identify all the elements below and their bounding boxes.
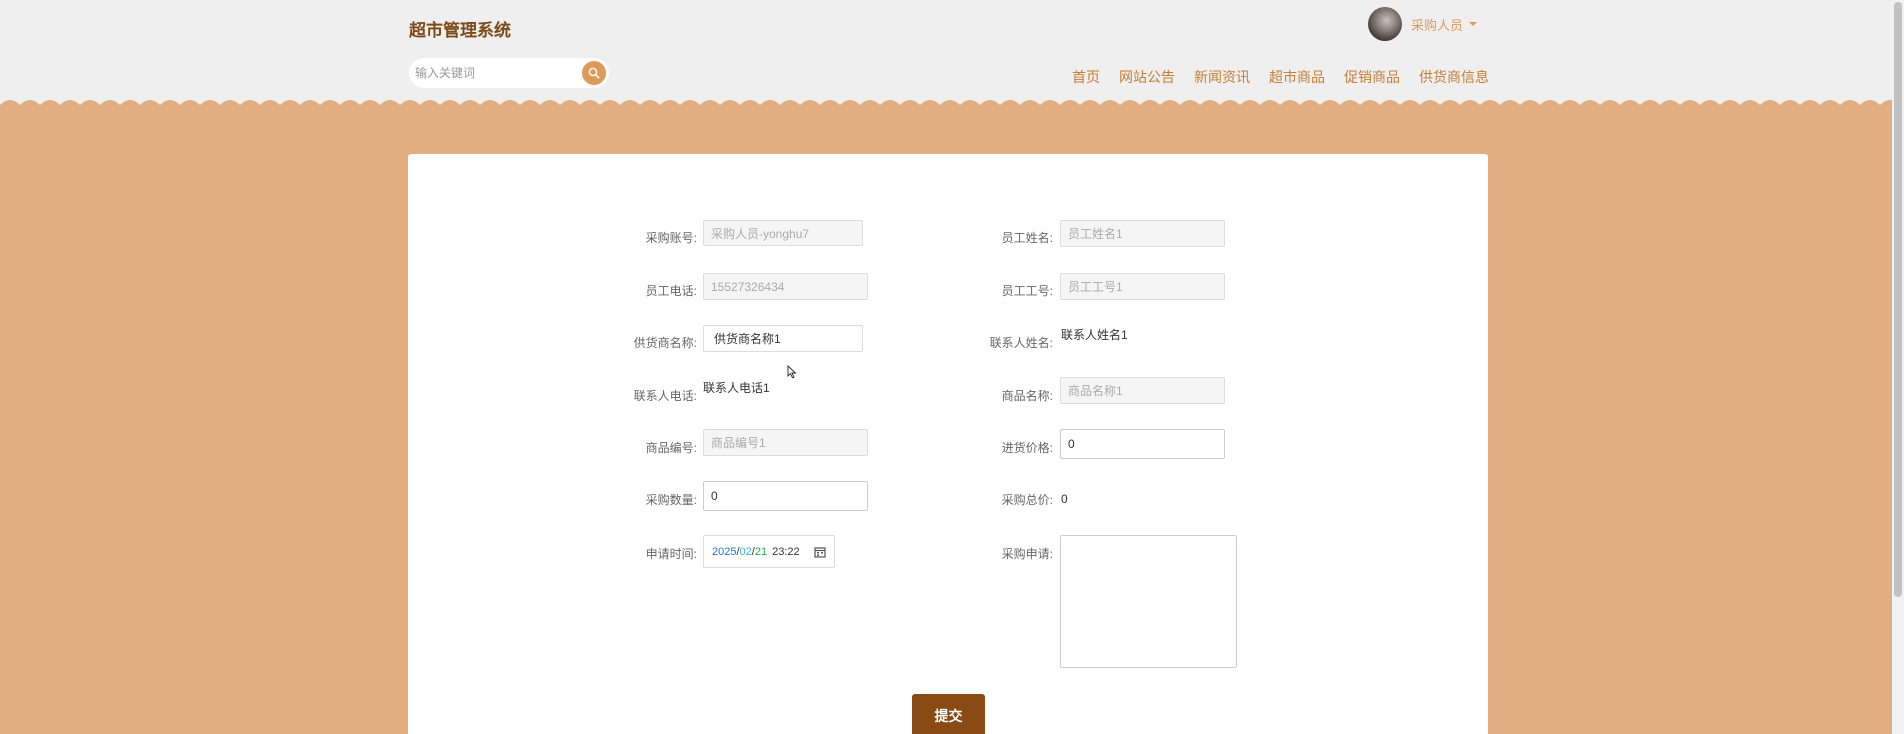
label-employee-name: 员工姓名: bbox=[1001, 231, 1053, 245]
label-purchase-account: 采购账号: bbox=[645, 231, 697, 245]
employee-name-field: 员工姓名1 bbox=[1060, 220, 1225, 247]
purchase-price-field[interactable]: 0 bbox=[1060, 429, 1225, 459]
purchase-total-value: 0 bbox=[1061, 492, 1068, 506]
site-title: 超市管理系统 bbox=[409, 21, 511, 40]
nav-suppliers[interactable]: 供货商信息 bbox=[1419, 67, 1489, 87]
user-menu[interactable]: 采购人员 bbox=[1368, 7, 1478, 41]
label-purchase-request: 采购申请: bbox=[1001, 547, 1053, 561]
label-contact-phone: 联系人电话: bbox=[633, 389, 697, 403]
label-product-code: 商品编号: bbox=[645, 441, 697, 455]
date-day[interactable]: 21 bbox=[755, 546, 767, 558]
main-nav: 首页 网站公告 新闻资讯 超市商品 促销商品 供货商信息 bbox=[1072, 67, 1489, 87]
label-purchase-total: 采购总价: bbox=[1001, 493, 1053, 507]
label-employee-id: 员工工号: bbox=[1001, 284, 1053, 298]
date-month[interactable]: 02 bbox=[740, 546, 752, 558]
nav-promotions[interactable]: 促销商品 bbox=[1344, 67, 1400, 87]
page: 超市管理系统 采购人员 首页 网站公告 新闻资讯 超市商品 促销商品 供货商信息 bbox=[0, 0, 1892, 734]
nav-home[interactable]: 首页 bbox=[1072, 67, 1100, 87]
employee-id-field: 员工工号1 bbox=[1060, 273, 1225, 300]
user-name[interactable]: 采购人员 bbox=[1411, 15, 1463, 34]
search-icon bbox=[588, 67, 600, 79]
contact-name-value: 联系人姓名1 bbox=[1061, 328, 1128, 342]
mouse-cursor-icon bbox=[787, 365, 797, 379]
label-purchase-price: 进货价格: bbox=[1001, 441, 1053, 455]
search-input[interactable] bbox=[415, 58, 575, 88]
label-contact-name: 联系人姓名: bbox=[989, 336, 1053, 350]
scrollbar[interactable] bbox=[1892, 0, 1904, 734]
search-button[interactable] bbox=[582, 61, 606, 85]
search-bar bbox=[409, 58, 609, 88]
employee-phone-field: 15527326434 bbox=[703, 273, 868, 300]
nav-news[interactable]: 新闻资讯 bbox=[1194, 67, 1250, 87]
label-product-name: 商品名称: bbox=[1001, 389, 1053, 403]
header-wave-divider bbox=[0, 100, 1892, 119]
scrollbar-thumb[interactable] bbox=[1894, 2, 1902, 597]
apply-time-field[interactable]: 2025/02/21 23:22 bbox=[703, 535, 835, 568]
product-name-field: 商品名称1 bbox=[1060, 377, 1225, 404]
avatar[interactable] bbox=[1368, 7, 1402, 41]
nav-announcements[interactable]: 网站公告 bbox=[1119, 67, 1175, 87]
product-code-field: 商品编号1 bbox=[703, 429, 868, 456]
date-year[interactable]: 2025 bbox=[712, 546, 736, 558]
label-employee-phone: 员工电话: bbox=[645, 284, 697, 298]
label-purchase-quantity: 采购数量: bbox=[645, 493, 697, 507]
label-apply-time: 申请时间: bbox=[645, 547, 697, 561]
chevron-down-icon[interactable] bbox=[1469, 22, 1478, 26]
purchase-request-textarea[interactable] bbox=[1060, 535, 1237, 668]
nav-products[interactable]: 超市商品 bbox=[1269, 67, 1325, 87]
submit-button[interactable]: 提交 bbox=[912, 694, 985, 734]
calendar-icon[interactable] bbox=[814, 546, 826, 558]
purchase-account-field: 采购人员-yonghu7 bbox=[703, 220, 863, 246]
contact-phone-value: 联系人电话1 bbox=[703, 381, 770, 395]
purchase-quantity-field[interactable]: 0 bbox=[703, 481, 868, 511]
label-supplier-name: 供货商名称: bbox=[633, 336, 697, 350]
date-time[interactable]: 23:22 bbox=[772, 546, 800, 558]
supplier-name-field[interactable]: 供货商名称1 bbox=[703, 325, 863, 352]
